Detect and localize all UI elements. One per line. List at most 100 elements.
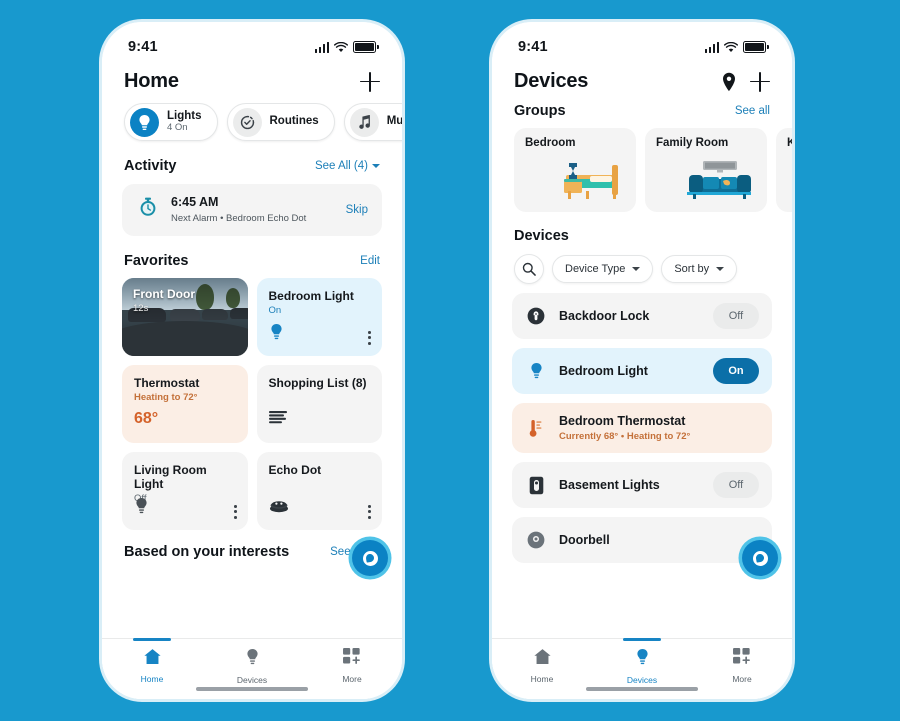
group-card-kids-bedroom[interactable]: Kids Be xyxy=(776,128,792,212)
alexa-icon xyxy=(362,550,378,566)
lightbulb-icon[interactable] xyxy=(134,497,149,520)
grid-plus-icon xyxy=(343,648,361,670)
kebab-menu-icon[interactable] xyxy=(368,505,371,519)
groups-see-all-link[interactable]: See all xyxy=(735,105,770,117)
home-icon xyxy=(143,648,162,670)
search-icon[interactable] xyxy=(514,254,544,284)
wifi-icon xyxy=(724,41,738,52)
cellular-bars-icon xyxy=(314,41,329,53)
favorite-card-thermostat[interactable]: Thermostat Heating to 72° 68° xyxy=(122,364,248,443)
group-name: Kids Be xyxy=(787,137,792,149)
device-name: Bedroom Thermostat xyxy=(559,413,686,428)
bottom-tab-bar: Home Devices More xyxy=(102,638,402,699)
alexa-button[interactable] xyxy=(742,540,778,576)
device-type-filter[interactable]: Device Type xyxy=(552,255,654,283)
activity-card[interactable]: 6:45 AM Next Alarm • Bedroom Echo Dot Sk… xyxy=(122,184,382,236)
home-indicator xyxy=(196,686,308,691)
filter-label: Device Type xyxy=(565,263,626,275)
wifi-icon xyxy=(334,41,348,52)
phone-left-home: 9:41 Home Lights 4 On Routines Mu Activi… xyxy=(102,22,402,699)
groups-row: Bedroom Family Room K xyxy=(492,119,792,212)
echo-dot-icon xyxy=(269,499,289,518)
light-switch-icon xyxy=(525,476,547,495)
alexa-icon xyxy=(752,550,768,566)
chevron-down-icon xyxy=(632,267,641,271)
chevron-down-icon xyxy=(372,164,380,168)
groups-section-header: Groups See all xyxy=(492,103,792,119)
device-row-doorbell[interactable]: Doorbell xyxy=(512,517,772,563)
alarm-clock-icon xyxy=(136,195,160,224)
kebab-menu-icon[interactable] xyxy=(233,505,237,519)
favorite-card-echo-dot[interactable]: Echo Dot xyxy=(256,451,382,530)
device-status: Currently 68° • Heating to 72° xyxy=(559,430,691,442)
tab-more[interactable]: More xyxy=(692,639,792,684)
card-state: Off xyxy=(134,493,236,504)
device-row-backdoor-lock[interactable]: Backdoor Lock Off xyxy=(512,293,772,339)
alexa-button[interactable] xyxy=(352,540,388,576)
device-row-bedroom-thermostat[interactable]: Bedroom Thermostat Currently 68° • Heati… xyxy=(512,403,772,453)
card-state: Heating to 72° xyxy=(134,391,198,403)
status-icons xyxy=(704,40,769,54)
lightbulb-icon xyxy=(130,107,159,137)
favorite-card-bedroom-light[interactable]: Bedroom Light On xyxy=(256,277,382,356)
kebab-menu-icon[interactable] xyxy=(368,331,371,345)
device-toggle-on[interactable]: On xyxy=(713,358,759,384)
chip-sub: 4 On xyxy=(167,122,188,134)
music-note-icon xyxy=(349,107,379,137)
favorites-title: Favorites xyxy=(124,252,189,269)
status-icons xyxy=(314,40,379,54)
group-card-family-room[interactable]: Family Room xyxy=(645,128,767,212)
activity-title: Activity xyxy=(124,158,177,174)
lightbulb-icon xyxy=(525,362,547,380)
lightbulb-icon xyxy=(635,648,650,671)
skip-button[interactable]: Skip xyxy=(346,204,368,216)
tab-more[interactable]: More xyxy=(302,639,402,684)
favorite-card-shopping-list[interactable]: Shopping List (8) xyxy=(256,364,382,443)
home-icon xyxy=(533,648,552,670)
card-state: On xyxy=(268,304,282,316)
tab-home[interactable]: Home xyxy=(492,639,592,684)
sofa-tv-icon xyxy=(683,159,755,206)
device-name: Basement Lights xyxy=(559,477,660,492)
quick-action-chips: Lights 4 On Routines Mu xyxy=(102,103,402,141)
group-card-bedroom[interactable]: Bedroom xyxy=(514,128,636,212)
header-actions xyxy=(360,71,380,92)
plus-icon[interactable] xyxy=(360,71,380,92)
tab-devices[interactable]: Devices xyxy=(202,639,302,685)
bottom-tab-bar: Home Devices More xyxy=(492,638,792,699)
chip-routines[interactable]: Routines xyxy=(226,103,335,141)
tab-home[interactable]: Home xyxy=(102,638,202,684)
lightbulb-icon[interactable] xyxy=(269,323,284,346)
screen-home: 9:41 Home Lights 4 On Routines Mu Activi… xyxy=(102,22,402,699)
device-toggle-off[interactable]: Off xyxy=(713,472,759,498)
lock-icon xyxy=(525,307,547,325)
alarm-time: 6:45 AM xyxy=(171,195,219,209)
device-toggle-off[interactable]: Off xyxy=(713,303,759,329)
device-name: Backdoor Lock xyxy=(559,308,650,323)
device-name: Bedroom Light xyxy=(559,363,648,378)
sort-by-filter[interactable]: Sort by xyxy=(661,255,738,283)
activity-see-all-link[interactable]: See All (4) xyxy=(315,160,380,172)
chip-music[interactable]: Mu xyxy=(343,103,402,141)
tab-label: More xyxy=(342,674,362,684)
devices-section-header: Devices xyxy=(492,228,792,244)
favorite-card-front-door[interactable]: Front Door 12s xyxy=(122,277,248,356)
home-indicator xyxy=(586,686,698,691)
group-name: Bedroom xyxy=(525,137,576,149)
bed-icon xyxy=(556,159,628,206)
favorites-edit-link[interactable]: Edit xyxy=(360,255,380,267)
map-pin-icon[interactable] xyxy=(721,72,737,92)
tab-devices[interactable]: Devices xyxy=(592,638,692,685)
lightbulb-icon xyxy=(245,648,260,671)
device-row-basement-lights[interactable]: Basement Lights Off xyxy=(512,462,772,508)
routines-icon xyxy=(232,107,262,137)
plus-icon[interactable] xyxy=(750,71,770,92)
tab-label: Home xyxy=(140,674,164,684)
camera-timestamp: 12s xyxy=(133,302,149,314)
device-name: Doorbell xyxy=(559,532,610,547)
doorbell-icon xyxy=(525,531,547,549)
chip-lights[interactable]: Lights 4 On xyxy=(124,103,218,141)
favorite-card-living-room-light[interactable]: Living Room Light Off xyxy=(122,451,248,530)
chevron-down-icon xyxy=(716,267,725,271)
device-row-bedroom-light[interactable]: Bedroom Light On xyxy=(512,348,772,394)
